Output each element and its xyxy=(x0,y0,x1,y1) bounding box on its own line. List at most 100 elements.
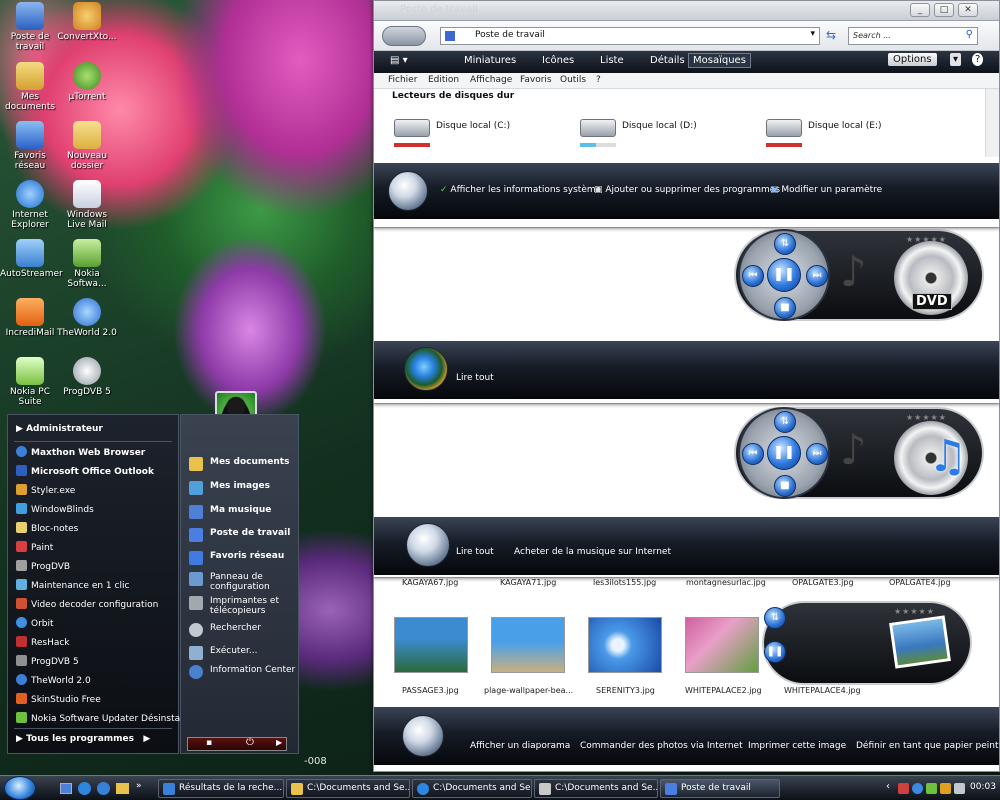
menu-affichage[interactable]: Affichage xyxy=(470,75,512,85)
desktop-icon[interactable]: Nokia PC Suite xyxy=(0,357,60,407)
program-item[interactable]: SkinStudio Free xyxy=(16,693,101,705)
program-item[interactable]: ProgDVB xyxy=(16,560,70,572)
start-orb-icon[interactable] xyxy=(4,776,36,800)
menu-outils[interactable]: Outils xyxy=(560,75,586,85)
place-item[interactable]: Ma musique xyxy=(189,505,271,519)
place-item[interactable]: Panneau de configuration xyxy=(189,572,298,592)
view-mosaiques[interactable]: Mosaïques xyxy=(688,53,751,68)
back-forward-icon[interactable] xyxy=(382,26,426,46)
place-item[interactable]: Poste de travail xyxy=(189,528,290,542)
tray-app-icon[interactable] xyxy=(912,783,923,794)
desktop-icon[interactable]: Windows Live Mail xyxy=(57,180,117,230)
next-icon[interactable]: ⏭ xyxy=(806,443,828,465)
place-item[interactable]: Mes documents xyxy=(189,457,289,471)
stop-icon[interactable]: ■ xyxy=(774,297,796,319)
desktop-icon[interactable]: Nokia Softwa... xyxy=(57,239,117,289)
program-item[interactable]: Maintenance en 1 clic xyxy=(16,579,129,591)
program-item[interactable]: Orbit xyxy=(16,617,54,629)
place-item[interactable]: Favoris réseau xyxy=(189,551,284,565)
system-info-link[interactable]: ✓ Afficher les informations système xyxy=(440,185,601,195)
drive-item[interactable]: Disque local (C:) xyxy=(394,115,564,151)
options-dropdown-icon[interactable]: ▾ xyxy=(950,53,962,66)
volume-icon[interactable] xyxy=(954,783,965,794)
pause-icon[interactable]: ❚❚ xyxy=(767,436,801,470)
all-programs-button[interactable]: ▶ Tous les programmes ▶ xyxy=(16,734,150,744)
play-all-link[interactable]: Lire tout xyxy=(456,373,494,383)
place-item[interactable]: Information Center xyxy=(189,665,295,679)
desktop-icon[interactable]: Internet Explorer xyxy=(0,180,60,230)
desktop-icon[interactable]: Poste de travail xyxy=(0,2,60,52)
rating-stars[interactable]: ★★★★★ xyxy=(894,607,935,616)
chevron-down-icon[interactable]: ▾ xyxy=(810,29,815,39)
minimize-button[interactable]: _ xyxy=(910,3,930,17)
tray-app-icon[interactable] xyxy=(898,783,909,794)
place-item[interactable]: Exécuter... xyxy=(189,646,257,660)
clock[interactable]: 00:03 xyxy=(970,782,996,792)
desktop-icon[interactable]: AutoStreamer xyxy=(0,239,63,279)
place-item[interactable]: Rechercher xyxy=(189,623,261,637)
menu-help[interactable]: ? xyxy=(596,75,601,85)
slideshow-link[interactable]: Afficher un diaporama xyxy=(470,741,570,751)
program-item[interactable]: Maxthon Web Browser xyxy=(16,446,145,458)
desktop-icon[interactable]: ProgDVB 5 xyxy=(57,357,117,397)
desktop-icon[interactable]: IncrediMail xyxy=(0,298,60,338)
address-field[interactable]: Poste de travail ▾ xyxy=(440,27,820,45)
modify-setting-link[interactable]: ▣ Modifier un paramètre xyxy=(770,185,882,195)
pause-icon[interactable]: ❚❚ xyxy=(764,641,786,663)
play-all-link[interactable]: Lire tout xyxy=(456,547,494,557)
program-item[interactable]: Video decoder configuration xyxy=(16,598,158,610)
program-item[interactable]: TheWorld 2.0 xyxy=(16,674,91,686)
view-liste[interactable]: Liste xyxy=(600,55,624,66)
views-menu-icon[interactable]: ▤ ▾ xyxy=(390,55,408,66)
desktop-icon[interactable]: TheWorld 2.0 xyxy=(57,298,117,338)
menu-edition[interactable]: Edition xyxy=(428,75,459,85)
taskbar-button[interactable]: C:\Documents and Se... xyxy=(412,779,532,798)
tray-app-icon[interactable] xyxy=(926,783,937,794)
set-wallpaper-link[interactable]: Définir en tant que papier peint! xyxy=(856,741,1000,751)
close-button[interactable]: ✕ xyxy=(958,3,978,17)
chevron-right-icon[interactable]: ▶ xyxy=(276,738,282,747)
desktop-icon[interactable]: Mes documents xyxy=(0,62,60,112)
tray-expand-icon[interactable]: ‹ xyxy=(886,781,890,792)
view-miniatures[interactable]: Miniatures xyxy=(464,55,516,66)
quick-launch-ie-icon[interactable] xyxy=(78,782,91,795)
tray-app-icon[interactable] xyxy=(940,783,951,794)
photo-thumbnail[interactable] xyxy=(394,617,468,673)
stop-icon[interactable]: ■ xyxy=(774,475,796,497)
taskbar-button[interactable]: Résultats de la reche... xyxy=(158,779,284,798)
search-icon[interactable]: ⚲ xyxy=(966,29,973,40)
lock-icon[interactable]: ▪ xyxy=(206,738,212,748)
menu-favoris[interactable]: Favoris xyxy=(520,75,552,85)
drive-item[interactable]: Disque local (E:) xyxy=(766,115,936,151)
photo-thumbnail[interactable] xyxy=(685,617,759,673)
program-item[interactable]: Nokia Software Updater Désinsta... xyxy=(16,712,189,724)
program-item[interactable]: WindowBlinds xyxy=(16,503,94,515)
quick-launch-browser-icon[interactable] xyxy=(97,782,110,795)
rotate-icon[interactable]: ⇅ xyxy=(764,607,786,629)
view-details[interactable]: Détails xyxy=(650,55,685,66)
program-item[interactable]: Bloc-notes xyxy=(16,522,78,534)
quick-launch-desktop-icon[interactable] xyxy=(60,783,72,794)
program-item[interactable]: ResHack xyxy=(16,636,70,648)
previous-icon[interactable]: ⏮ xyxy=(742,265,764,287)
menu-fichier[interactable]: Fichier xyxy=(388,75,417,85)
scrollbar[interactable] xyxy=(985,89,999,157)
taskbar-button[interactable]: C:\Documents and Se... xyxy=(534,779,658,798)
photo-thumbnail[interactable] xyxy=(588,617,662,673)
start-menu-user[interactable]: ▶ Administrateur xyxy=(16,424,103,434)
taskbar-button[interactable]: C:\Documents and Se... xyxy=(286,779,410,798)
pause-icon[interactable]: ❚❚ xyxy=(767,258,801,292)
desktop-icon[interactable]: Nouveau dossier xyxy=(57,121,117,171)
next-icon[interactable]: ⏭ xyxy=(806,265,828,287)
print-image-link[interactable]: Imprimer cette image xyxy=(748,741,846,751)
drive-item[interactable]: Disque local (D:) xyxy=(580,115,750,151)
add-remove-programs-link[interactable]: ▣ Ajouter ou supprimer des programmes xyxy=(594,185,780,195)
previous-icon[interactable]: ⏮ xyxy=(742,443,764,465)
buy-music-link[interactable]: Acheter de la musique sur Internet xyxy=(514,547,671,557)
power-icon[interactable]: ⏻ xyxy=(246,737,254,748)
maximize-button[interactable]: □ xyxy=(934,3,954,17)
quick-launch-folder-icon[interactable] xyxy=(116,783,129,794)
help-icon[interactable]: ? xyxy=(972,53,984,66)
photo-thumbnail[interactable] xyxy=(491,617,565,673)
taskbar-button-active[interactable]: Poste de travail xyxy=(660,779,780,798)
